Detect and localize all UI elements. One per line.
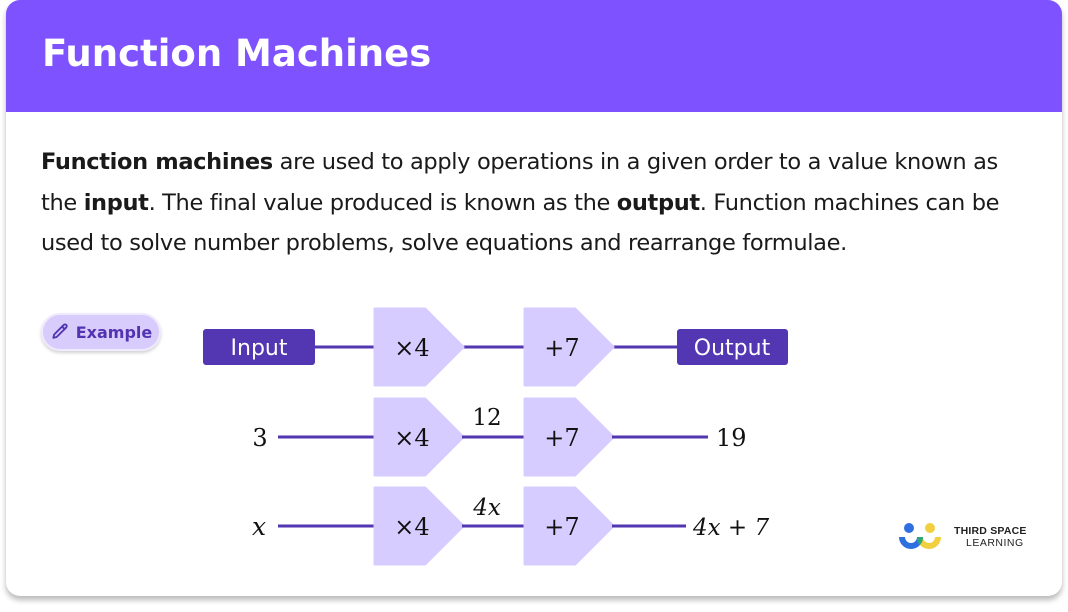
logo-text: THIRD SPACE LEARNING	[954, 525, 1027, 549]
diagram-row-algebraic: x ×4 4x +7 4x + 7	[252, 486, 769, 566]
logo-mark-icon	[899, 523, 941, 549]
lesson-card: Function Machines Function machines are …	[6, 0, 1062, 596]
machine-label: ×4	[394, 513, 429, 541]
function-machine-diagram: Input ×4 +7 Output 3 ×4 12 +7 19 x ×4 4x…	[203, 307, 788, 566]
diagram-row-numeric: 3 ×4 12 +7 19	[252, 397, 747, 477]
logo-line-2: LEARNING	[966, 537, 1024, 549]
row-intermediate-value: 12	[472, 405, 501, 431]
row-input-value: x	[252, 512, 266, 541]
row-output-value: 4x + 7	[692, 515, 769, 541]
row-output-value: 19	[716, 424, 747, 452]
logo-line-1: THIRD SPACE	[954, 525, 1027, 537]
machine-label: ×4	[394, 334, 429, 362]
machine-label: +7	[544, 513, 579, 541]
machine-label: +7	[544, 334, 579, 362]
diagram-header-row: Input ×4 +7 Output	[203, 307, 788, 387]
output-label: Output	[694, 336, 771, 361]
row-input-value: 3	[252, 424, 267, 452]
machine-label: +7	[544, 424, 579, 452]
machine-label: ×4	[394, 424, 429, 452]
row-intermediate-value: 4x	[472, 495, 501, 521]
third-space-learning-logo: THIRD SPACE LEARNING	[896, 520, 1027, 554]
input-label: Input	[231, 336, 288, 361]
